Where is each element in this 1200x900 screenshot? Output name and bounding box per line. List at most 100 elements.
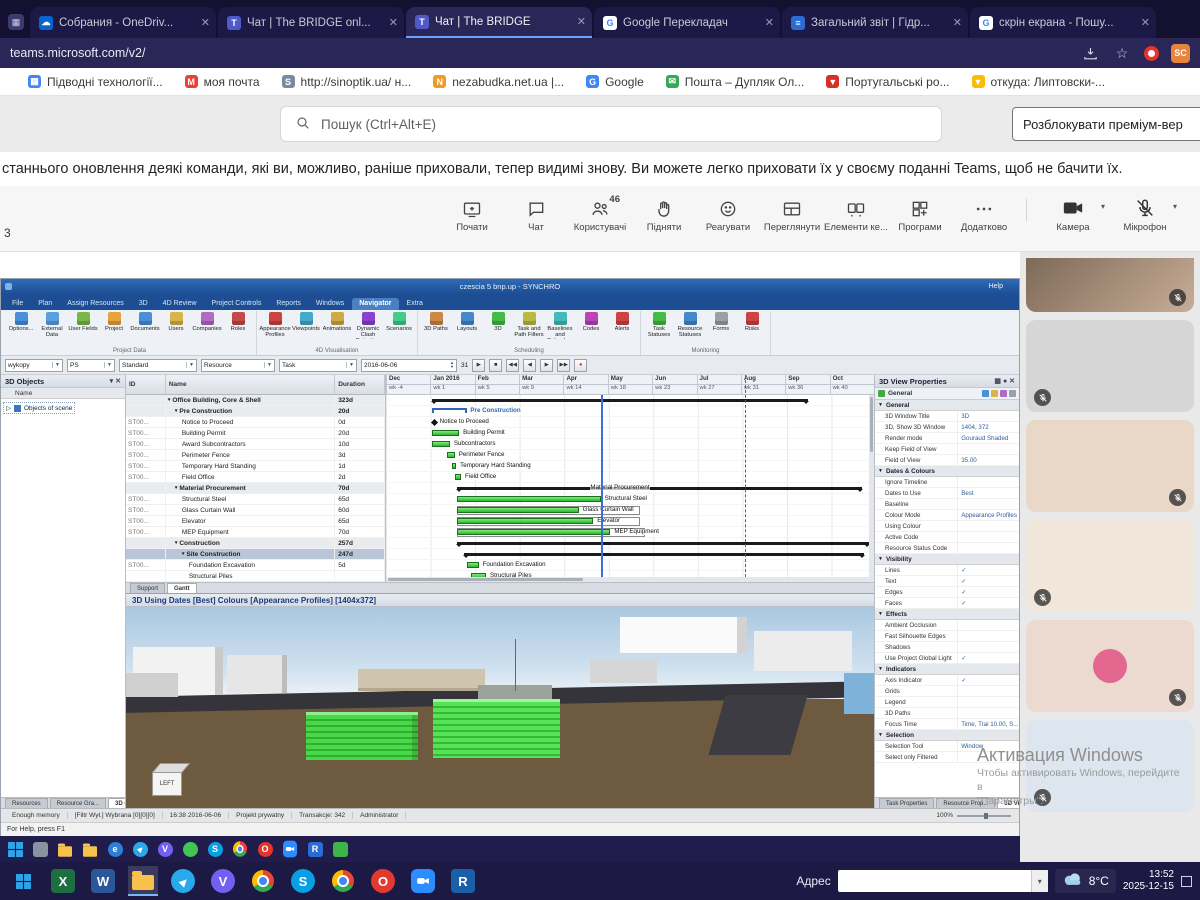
ribbon-button-3d-paths[interactable]: 3D Paths <box>421 311 451 332</box>
toolbar-підняти[interactable]: Підняти <box>632 191 696 233</box>
props-row[interactable]: 3D Window Title3D <box>875 411 1019 422</box>
tab-grid-icon[interactable]: ▦ <box>8 14 24 30</box>
props-row[interactable]: Fast Silhouette Edges <box>875 631 1019 642</box>
toolbar-програми[interactable]: Програми <box>888 191 952 233</box>
taskbar-icon-revit[interactable]: R <box>305 839 325 859</box>
objects-column-header[interactable]: Name <box>1 388 125 399</box>
ribbon-button-3d[interactable]: 3D <box>483 311 513 332</box>
objects-tree-item[interactable]: ▷ Objects of scene <box>3 402 75 414</box>
ribbon-tab-windows[interactable]: Windows <box>309 298 351 310</box>
props-row[interactable]: Colour ModeAppearance Profiles <box>875 510 1019 521</box>
properties-panel-icons[interactable]: ▦ ● ✕ <box>994 377 1015 385</box>
taskbar-icon-folder[interactable] <box>128 866 158 896</box>
synchro-help-button[interactable]: Help <box>989 283 1003 290</box>
ribbon-button-forms[interactable]: Forms <box>706 311 736 332</box>
props-row[interactable]: Shadows <box>875 642 1019 653</box>
bookmark-item[interactable]: Nnezabudka.net.ua |... <box>433 75 564 89</box>
gantt-table-row[interactable]: ▾Site Construction247d <box>126 549 385 560</box>
date-field[interactable]: 2016-06-06▲▼ <box>361 359 457 372</box>
toolbar-мікрофон[interactable]: ▾Мікрофон <box>1109 191 1181 233</box>
taskbar-icon-viber[interactable]: V <box>155 839 175 859</box>
tab-3d-objects[interactable]: 3D Objects <box>108 798 125 808</box>
participant-tile[interactable] <box>1026 320 1194 412</box>
gantt-table-row[interactable]: ▾Pre Construction20d <box>126 406 385 417</box>
taskbar-icon-chrome[interactable] <box>230 839 250 859</box>
props-row[interactable]: Baseline <box>875 499 1019 510</box>
bookmark-item[interactable]: ▼откуда: Липтовски-... <box>972 75 1106 89</box>
taskbar-icon-skype[interactable]: S <box>205 839 225 859</box>
ribbon-button-dynamic-clash-detection[interactable]: Dynamic Clash Detection <box>353 311 383 339</box>
taskbar-icon-skype[interactable]: S <box>288 866 318 896</box>
bookmark-item[interactable]: Shttp://sinoptik.ua/ н... <box>282 75 412 89</box>
media-button[interactable]: ▶ <box>472 359 485 372</box>
gantt-table-row[interactable]: ST00...Glass Curtain Wall60d <box>126 505 385 516</box>
properties-active-tab[interactable]: General <box>888 390 912 397</box>
premium-unlock-button[interactable]: Розблокувати преміум-вер <box>1012 107 1200 141</box>
taskbar-clock[interactable]: 13:52 2025-12-15 <box>1123 869 1174 894</box>
taskbar-icon-telegram[interactable]: ► <box>130 839 150 859</box>
ribbon-tab-3d[interactable]: 3D <box>132 298 155 310</box>
ribbon-tab-4d-review[interactable]: 4D Review <box>156 298 204 310</box>
navigation-cube[interactable]: LEFT <box>152 760 194 796</box>
gantt-column-header[interactable]: Duration <box>335 375 385 394</box>
toolbar-камера[interactable]: ▾Камера <box>1037 191 1109 233</box>
expand-icon[interactable]: ▾ <box>175 408 178 414</box>
ribbon-tab-extra[interactable]: Extra <box>400 298 430 310</box>
props-row[interactable]: Edges✓ <box>875 587 1019 598</box>
media-button[interactable]: ■ <box>489 359 502 372</box>
address-input[interactable]: ▾ <box>838 870 1048 892</box>
gantt-summary-bar[interactable] <box>464 553 864 556</box>
taskbar-icon-telegram[interactable]: ► <box>168 866 198 896</box>
ribbon-button-external-data[interactable]: External Data <box>37 311 67 338</box>
participant-tile[interactable] <box>1026 720 1194 812</box>
participant-tile[interactable] <box>1026 258 1194 312</box>
props-row[interactable]: Axis Indicator✓ <box>875 675 1019 686</box>
ribbon-button-alerts[interactable]: Alerts <box>607 311 637 332</box>
gantt-horizontal-scrollbar[interactable] <box>386 577 874 582</box>
address-dropdown-icon[interactable]: ▾ <box>1031 870 1048 892</box>
taskbar-icon-chrome-2[interactable] <box>328 866 358 896</box>
props-row[interactable]: Legend <box>875 697 1019 708</box>
objects-panel-close-icon[interactable]: ▾ ✕ <box>110 377 121 385</box>
combo-resource[interactable]: Resource▼ <box>201 359 275 372</box>
ribbon-button-task-and-path-filters[interactable]: Task and Path Filters <box>514 311 544 338</box>
gantt-table-row[interactable]: ST00...Structural Steel65d <box>126 494 385 505</box>
toolbar-елементи-ке[interactable]: Елементи ке... <box>824 191 888 233</box>
props-row[interactable]: Faces✓ <box>875 598 1019 609</box>
participant-tile[interactable] <box>1026 620 1194 712</box>
props-row[interactable]: Field of View35.00 <box>875 455 1019 466</box>
teams-search[interactable]: Пошук (Ctrl+Alt+E) <box>280 106 942 142</box>
chevron-down-icon[interactable]: ▾ <box>1173 202 1177 211</box>
browser-tab[interactable]: Gскрін екрана - Пошу...✕ <box>970 7 1156 38</box>
media-button[interactable]: ● <box>574 359 587 372</box>
gantt-table-row[interactable]: ST00...Temporary Hard Standing1d <box>126 461 385 472</box>
combo-ps[interactable]: PS▼ <box>67 359 115 372</box>
ribbon-button-layouts[interactable]: Layouts <box>452 311 482 332</box>
tab-close-icon[interactable]: ✕ <box>389 16 398 29</box>
gantt-bracket-bar[interactable] <box>432 408 466 413</box>
taskbar-icon-zoom[interactable] <box>280 839 300 859</box>
gantt-table-row[interactable]: ST00...Elevator65d <box>126 516 385 527</box>
gantt-table-row[interactable]: Structural Piles <box>126 571 385 582</box>
props-section-effects[interactable]: ▼Effects <box>875 609 1019 620</box>
tab-resources[interactable]: Resources <box>5 798 48 808</box>
taskbar-icon-revit[interactable]: R <box>448 866 478 896</box>
taskbar-icon-excel[interactable]: X <box>48 866 78 896</box>
taskbar-icon-opera[interactable]: O <box>255 839 275 859</box>
tab-close-icon[interactable]: ✕ <box>953 16 962 29</box>
taskbar-icon-zoom[interactable] <box>408 866 438 896</box>
combo-task[interactable]: Task▼ <box>279 359 357 372</box>
scene-3d[interactable]: LEFT <box>126 607 874 808</box>
ribbon-button-companies[interactable]: Companies <box>192 311 222 332</box>
props-section-visibility[interactable]: ▼Visibility <box>875 554 1019 565</box>
props-row[interactable]: Selection ToolWindow <box>875 741 1019 752</box>
gantt-bar[interactable] <box>432 430 459 436</box>
taskbar-icon-search-app[interactable] <box>30 839 50 859</box>
profile-avatar[interactable]: SC <box>1171 44 1190 63</box>
gantt-column-header[interactable]: ID <box>126 375 166 394</box>
gantt-bar[interactable] <box>452 463 456 469</box>
ribbon-button-users[interactable]: Users <box>161 311 191 332</box>
ribbon-button-animations[interactable]: Animations <box>322 311 352 332</box>
taskbar-icon-chrome[interactable] <box>248 866 278 896</box>
date-spinner-icon[interactable]: ▲▼ <box>450 361 454 369</box>
